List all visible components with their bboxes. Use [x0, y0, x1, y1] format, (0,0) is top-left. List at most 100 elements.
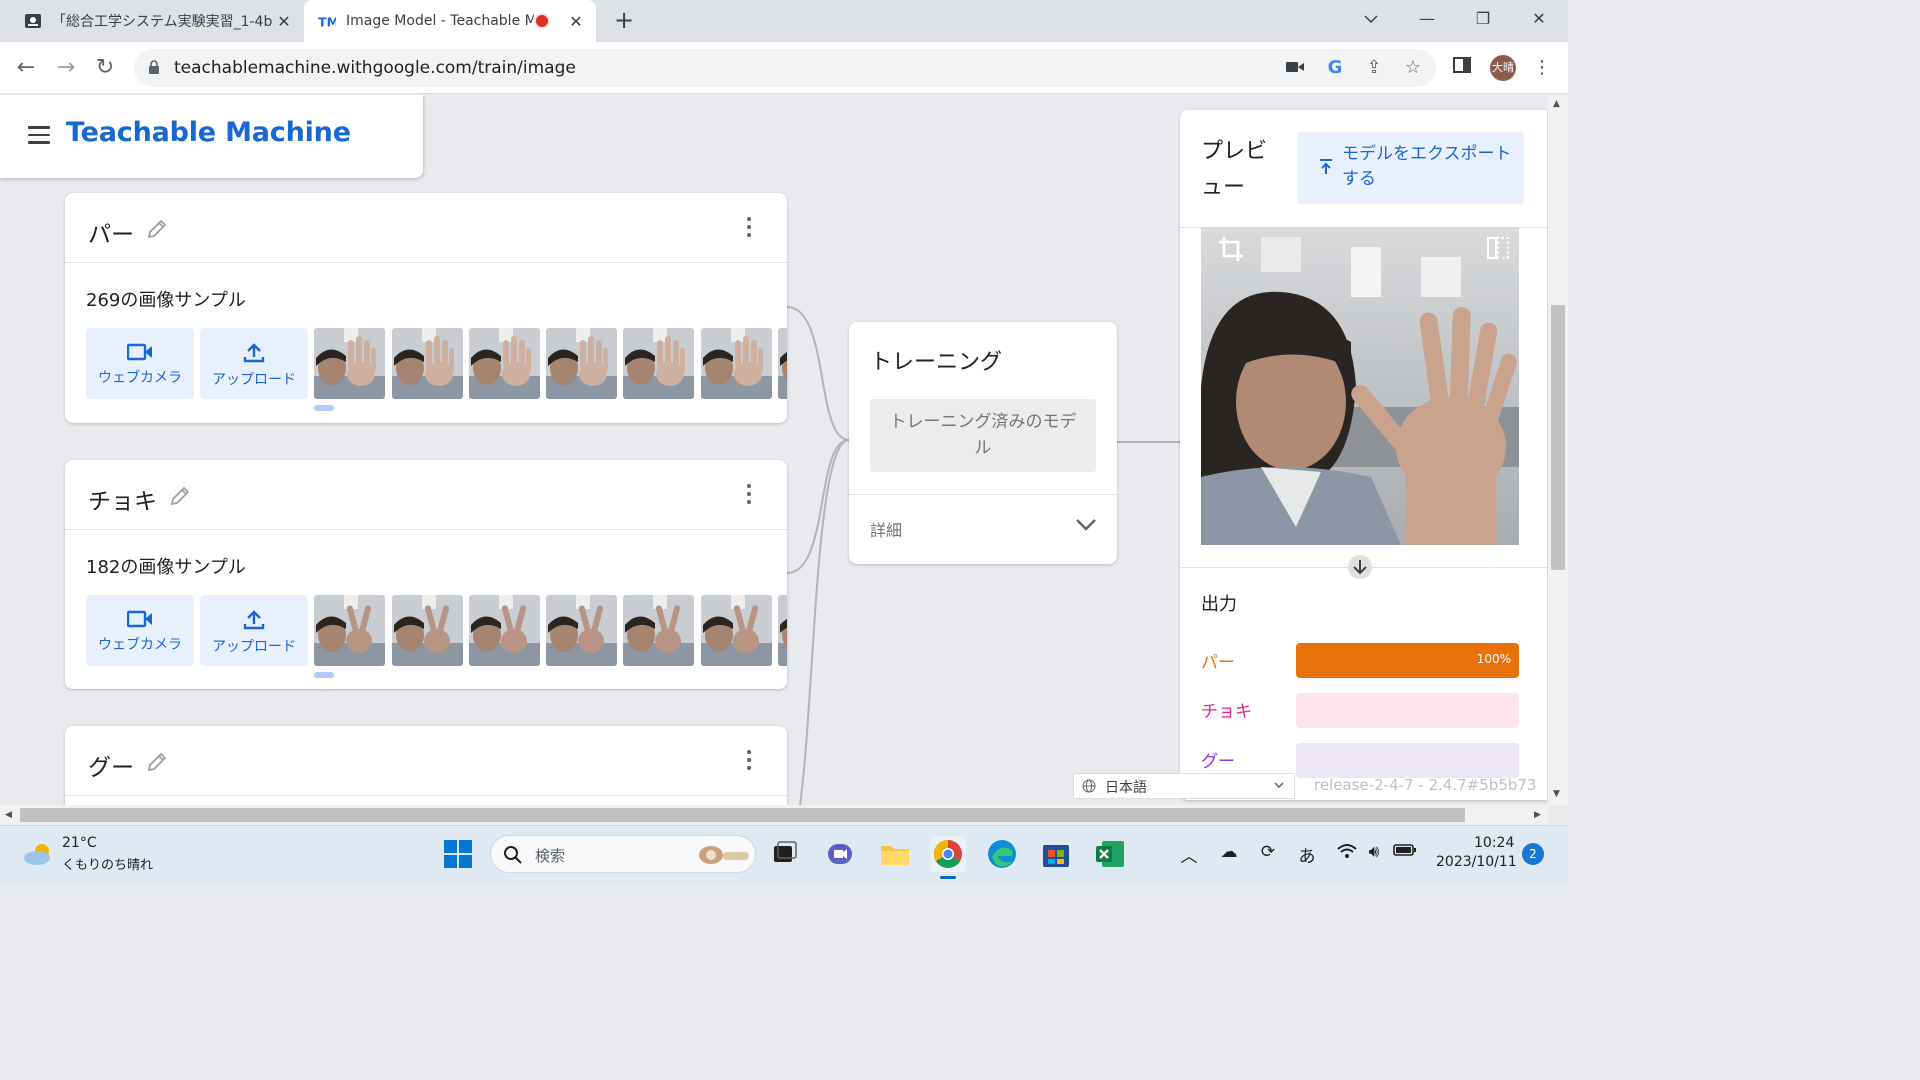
weather-temperature[interactable]: 21°C — [62, 835, 97, 851]
chevron-down-icon[interactable] — [1075, 518, 1097, 532]
sample-thumbnail[interactable] — [392, 328, 463, 399]
sample-thumbnail[interactable] — [469, 595, 540, 666]
confidence-percent: 100% — [1476, 652, 1511, 666]
close-window-button[interactable]: ✕ — [1511, 0, 1567, 42]
sample-thumbnail[interactable] — [314, 595, 385, 666]
close-tab-icon[interactable]: ✕ — [272, 12, 296, 31]
start-button[interactable] — [440, 836, 476, 872]
google-icon[interactable]: G — [1324, 57, 1346, 79]
profile-avatar[interactable]: 大晴 — [1490, 55, 1516, 81]
sample-thumbnail[interactable] — [469, 328, 540, 399]
address-bar[interactable]: teachablemachine.withgoogle.com/train/im… — [134, 49, 1436, 87]
flip-icon[interactable] — [1485, 235, 1511, 261]
onedrive-offline-icon[interactable]: ☁ — [1217, 842, 1241, 862]
restore-button[interactable]: ❐ — [1455, 0, 1511, 42]
webcam-video-feed — [1201, 227, 1519, 545]
scrollbar-thumb[interactable] — [1551, 305, 1565, 570]
thumbnail-scroll-indicator[interactable] — [314, 405, 334, 411]
sample-thumbnail[interactable] — [623, 595, 694, 666]
language-select[interactable]: 日本語 — [1073, 773, 1295, 799]
reload-button[interactable]: ↻ — [91, 54, 119, 82]
webcam-button[interactable]: ウェブカメラ — [86, 595, 194, 666]
crop-icon[interactable] — [1217, 235, 1245, 263]
tab-teachable-machine[interactable]: TM Image Model - Teachable Machine ✕ — [304, 0, 596, 42]
show-hidden-icons-chevron-icon[interactable]: ︿ — [1177, 842, 1201, 867]
class-header: チョキ — [65, 460, 787, 530]
class-options-icon[interactable] — [739, 750, 759, 774]
back-button[interactable]: ← — [12, 54, 40, 82]
sample-thumbnail[interactable] — [546, 328, 617, 399]
upload-button[interactable]: アップロード — [200, 595, 308, 666]
chrome-icon[interactable] — [930, 836, 966, 879]
upload-label: アップロード — [212, 372, 296, 388]
scroll-down-arrow-icon[interactable]: ▼ — [1553, 789, 1560, 799]
class-options-icon[interactable] — [739, 217, 759, 241]
clock-time[interactable]: 10:24 — [1474, 835, 1514, 851]
search-icon — [504, 846, 522, 864]
class-name[interactable]: グー — [88, 748, 134, 782]
pencil-edit-icon[interactable] — [145, 217, 169, 241]
pencil-edit-icon[interactable] — [168, 484, 192, 508]
scroll-up-arrow-icon[interactable]: ▲ — [1553, 99, 1560, 109]
train-model-button[interactable]: トレーニング済みのモデル — [870, 399, 1096, 472]
forward-button[interactable]: → — [52, 54, 80, 82]
webcam-preview — [1201, 227, 1519, 545]
sample-thumbnail[interactable] — [623, 328, 694, 399]
file-explorer-icon[interactable] — [877, 836, 913, 872]
excel-icon[interactable] — [1092, 836, 1128, 872]
scroll-right-arrow-icon[interactable]: ▶ — [1534, 810, 1541, 820]
taskbar-search[interactable]: 検索 — [490, 835, 756, 873]
horizontal-scrollbar[interactable]: ◀ ▶ — [0, 805, 1548, 825]
new-tab-button[interactable]: + — [610, 6, 638, 34]
class-options-icon[interactable] — [739, 484, 759, 508]
sample-thumbnail[interactable] — [546, 595, 617, 666]
bookmark-star-icon[interactable]: ☆ — [1402, 57, 1424, 79]
preview-title: プレビュー — [1201, 139, 1268, 200]
tab-search-chevron-icon[interactable] — [1343, 0, 1399, 42]
volume-icon[interactable]: 🔊︎ — [1362, 842, 1386, 862]
menu-kebab-icon[interactable]: ⋮ — [1530, 56, 1554, 80]
share-icon[interactable]: ⇪ — [1363, 57, 1385, 79]
sync-icon[interactable]: ⟳ — [1256, 842, 1280, 862]
notification-badge[interactable]: 2 — [1522, 843, 1544, 865]
wifi-icon[interactable] — [1335, 842, 1359, 865]
tab-course[interactable]: 「総合工学システム実験実習_1-4b ✕ — [8, 0, 304, 42]
brand-title[interactable]: Teachable Machine — [66, 117, 351, 148]
weather-description[interactable]: くもりのち晴れ — [62, 854, 153, 873]
camera-in-use-icon[interactable] — [1284, 57, 1306, 79]
microsoft-store-icon[interactable] — [1038, 836, 1074, 872]
scrollbar-thumb[interactable] — [20, 808, 1465, 822]
webcam-button[interactable]: ウェブカメラ — [86, 328, 194, 399]
ime-mode-indicator[interactable]: あ — [1295, 842, 1319, 867]
video-camera-icon — [126, 343, 152, 361]
edge-icon[interactable] — [984, 836, 1020, 872]
sample-thumbnail[interactable] — [392, 595, 463, 666]
minimize-button[interactable]: — — [1399, 0, 1455, 42]
divider — [849, 494, 1117, 495]
side-panel-icon[interactable] — [1450, 56, 1474, 80]
sample-thumbnail[interactable] — [701, 328, 772, 399]
sample-thumbnail[interactable] — [314, 328, 385, 399]
thumbnail-scroll-indicator[interactable] — [314, 672, 334, 678]
battery-icon[interactable] — [1393, 842, 1417, 862]
export-model-button[interactable]: モデルをエクスポートする — [1298, 132, 1524, 204]
advanced-details-toggle[interactable]: 詳細 — [870, 517, 902, 541]
teams-chat-icon[interactable] — [822, 836, 858, 872]
class-name[interactable]: チョキ — [88, 482, 157, 516]
vertical-scrollbar[interactable]: ▲ ▼ — [1548, 95, 1568, 805]
windows-taskbar: 21°C くもりのち晴れ 検索 ︿ ☁ ⟳ あ 🔊︎ 10:24 2023/10… — [0, 825, 1568, 882]
class-name[interactable]: パー — [88, 215, 134, 249]
upload-button[interactable]: アップロード — [200, 328, 308, 399]
hamburger-menu-icon[interactable] — [28, 126, 50, 144]
clock-date[interactable]: 2023/10/11 — [1436, 854, 1517, 870]
arrow-down-icon — [1348, 555, 1372, 579]
sample-thumbnail[interactable] — [701, 595, 772, 666]
sample-thumbnail[interactable] — [778, 328, 787, 399]
scroll-left-arrow-icon[interactable]: ◀ — [5, 810, 12, 820]
sample-thumbnail[interactable] — [778, 595, 787, 666]
pencil-edit-icon[interactable] — [145, 750, 169, 774]
task-view-icon[interactable] — [766, 836, 802, 872]
app-header: Teachable Machine — [0, 95, 423, 178]
close-tab-icon[interactable]: ✕ — [564, 12, 588, 31]
weather-cloud-icon[interactable] — [22, 841, 56, 867]
